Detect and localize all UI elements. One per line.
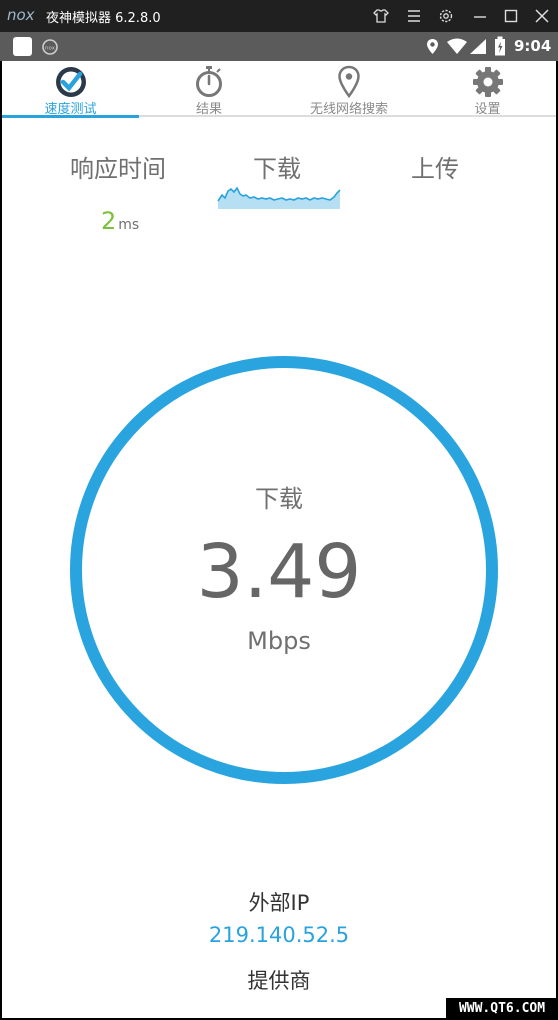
app-square-icon: [13, 37, 32, 56]
external-ip-label: 外部IP: [248, 891, 310, 915]
gauge-label: 下载: [255, 485, 303, 513]
gauge-unit: Mbps: [247, 627, 311, 655]
map-pin-icon: [338, 65, 360, 99]
tab-speed-test[interactable]: 速度测试: [2, 61, 139, 117]
external-ip-value: 219.140.52.5: [208, 923, 350, 947]
provider-label: 提供商: [247, 969, 311, 993]
signal-icon: [470, 39, 486, 54]
ping-unit: ms: [118, 217, 140, 233]
shirt-icon[interactable]: [372, 7, 390, 25]
app-screen: 速度测试 结果 无线网络搜索 设置 响应时间 下载 上传 2 ms 下载 3.4…: [2, 61, 556, 1018]
watermark: WWW.QT6.COM: [446, 998, 558, 1020]
tab-active-indicator: [2, 115, 139, 118]
tab-bar: 速度测试 结果 无线网络搜索 设置: [2, 61, 556, 118]
settings-icon[interactable]: [437, 7, 455, 25]
wifi-icon: [447, 38, 467, 54]
gear-icon: [472, 67, 503, 97]
status-time: 9:04: [514, 37, 552, 55]
ping-value: 2: [101, 207, 117, 235]
tab-wifi-search[interactable]: 无线网络搜索: [279, 61, 419, 117]
svg-text:nox: nox: [45, 46, 56, 52]
maximize-icon[interactable]: [502, 7, 520, 25]
gauge-value: 3.49: [196, 529, 362, 615]
speedometer-icon: [55, 67, 86, 97]
close-icon[interactable]: [533, 7, 551, 25]
nox-logo: nox: [7, 6, 35, 24]
tab-results[interactable]: 结果: [139, 61, 279, 117]
upload-label: 上传: [411, 155, 459, 183]
download-label: 下载: [253, 155, 301, 183]
battery-icon: [495, 36, 505, 56]
location-icon: [427, 39, 438, 54]
stopwatch-icon: [196, 66, 222, 97]
window-title: 夜神模拟器 6.2.8.0: [46, 11, 161, 26]
minimize-icon[interactable]: [471, 7, 489, 25]
ping-readout: 2 ms: [101, 207, 139, 235]
ping-label: 响应时间: [70, 155, 166, 183]
download-sparkline: [217, 186, 341, 209]
menu-icon[interactable]: [405, 7, 423, 25]
tab-settings[interactable]: 设置: [419, 61, 556, 117]
emulator-titlebar: nox 夜神模拟器 6.2.8.0: [0, 0, 558, 32]
nox-circle-icon: nox: [42, 39, 58, 55]
